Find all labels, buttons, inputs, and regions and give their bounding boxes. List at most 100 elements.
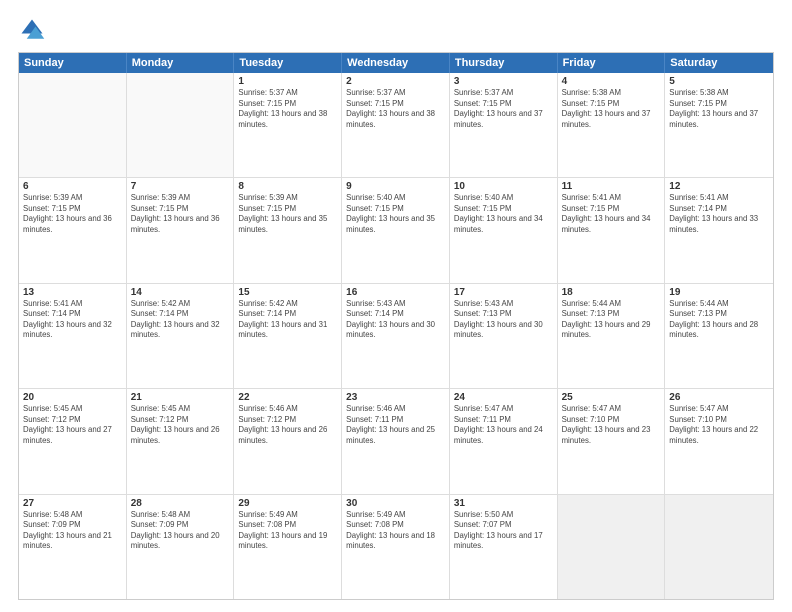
cell-text: Sunrise: 5:46 AM Sunset: 7:11 PM Dayligh…: [346, 404, 445, 446]
calendar-cell: 22Sunrise: 5:46 AM Sunset: 7:12 PM Dayli…: [234, 389, 342, 493]
day-number: 20: [23, 392, 122, 403]
calendar-header-cell: Monday: [127, 53, 235, 73]
calendar-header-cell: Thursday: [450, 53, 558, 73]
calendar-cell: 28Sunrise: 5:48 AM Sunset: 7:09 PM Dayli…: [127, 495, 235, 599]
calendar-header-cell: Sunday: [19, 53, 127, 73]
day-number: 31: [454, 498, 553, 509]
calendar-header-cell: Wednesday: [342, 53, 450, 73]
day-number: 15: [238, 287, 337, 298]
cell-text: Sunrise: 5:43 AM Sunset: 7:13 PM Dayligh…: [454, 299, 553, 341]
day-number: 27: [23, 498, 122, 509]
cell-text: Sunrise: 5:45 AM Sunset: 7:12 PM Dayligh…: [23, 404, 122, 446]
calendar-header: SundayMondayTuesdayWednesdayThursdayFrid…: [19, 53, 773, 73]
calendar-cell: 11Sunrise: 5:41 AM Sunset: 7:15 PM Dayli…: [558, 178, 666, 282]
calendar-cell: 13Sunrise: 5:41 AM Sunset: 7:14 PM Dayli…: [19, 284, 127, 388]
day-number: 3: [454, 76, 553, 87]
calendar-cell: 30Sunrise: 5:49 AM Sunset: 7:08 PM Dayli…: [342, 495, 450, 599]
cell-text: Sunrise: 5:47 AM Sunset: 7:11 PM Dayligh…: [454, 404, 553, 446]
cell-text: Sunrise: 5:47 AM Sunset: 7:10 PM Dayligh…: [562, 404, 661, 446]
day-number: 4: [562, 76, 661, 87]
cell-text: Sunrise: 5:38 AM Sunset: 7:15 PM Dayligh…: [669, 88, 769, 130]
cell-text: Sunrise: 5:38 AM Sunset: 7:15 PM Dayligh…: [562, 88, 661, 130]
day-number: 21: [131, 392, 230, 403]
calendar: SundayMondayTuesdayWednesdayThursdayFrid…: [18, 52, 774, 600]
day-number: 7: [131, 181, 230, 192]
calendar-cell: 15Sunrise: 5:42 AM Sunset: 7:14 PM Dayli…: [234, 284, 342, 388]
day-number: 17: [454, 287, 553, 298]
calendar-row: 27Sunrise: 5:48 AM Sunset: 7:09 PM Dayli…: [19, 495, 773, 599]
cell-text: Sunrise: 5:46 AM Sunset: 7:12 PM Dayligh…: [238, 404, 337, 446]
calendar-cell: 31Sunrise: 5:50 AM Sunset: 7:07 PM Dayli…: [450, 495, 558, 599]
calendar-row: 1Sunrise: 5:37 AM Sunset: 7:15 PM Daylig…: [19, 73, 773, 178]
calendar-row: 13Sunrise: 5:41 AM Sunset: 7:14 PM Dayli…: [19, 284, 773, 389]
logo-icon: [18, 16, 46, 44]
header: [18, 16, 774, 44]
day-number: 2: [346, 76, 445, 87]
calendar-cell: 2Sunrise: 5:37 AM Sunset: 7:15 PM Daylig…: [342, 73, 450, 177]
cell-text: Sunrise: 5:41 AM Sunset: 7:15 PM Dayligh…: [562, 193, 661, 235]
page: SundayMondayTuesdayWednesdayThursdayFrid…: [0, 0, 792, 612]
calendar-cell: 5Sunrise: 5:38 AM Sunset: 7:15 PM Daylig…: [665, 73, 773, 177]
day-number: 22: [238, 392, 337, 403]
cell-text: Sunrise: 5:49 AM Sunset: 7:08 PM Dayligh…: [238, 510, 337, 552]
calendar-row: 20Sunrise: 5:45 AM Sunset: 7:12 PM Dayli…: [19, 389, 773, 494]
cell-text: Sunrise: 5:40 AM Sunset: 7:15 PM Dayligh…: [454, 193, 553, 235]
cell-text: Sunrise: 5:43 AM Sunset: 7:14 PM Dayligh…: [346, 299, 445, 341]
cell-text: Sunrise: 5:40 AM Sunset: 7:15 PM Dayligh…: [346, 193, 445, 235]
calendar-cell: 21Sunrise: 5:45 AM Sunset: 7:12 PM Dayli…: [127, 389, 235, 493]
cell-text: Sunrise: 5:48 AM Sunset: 7:09 PM Dayligh…: [131, 510, 230, 552]
day-number: 1: [238, 76, 337, 87]
day-number: 25: [562, 392, 661, 403]
calendar-cell: 23Sunrise: 5:46 AM Sunset: 7:11 PM Dayli…: [342, 389, 450, 493]
cell-text: Sunrise: 5:48 AM Sunset: 7:09 PM Dayligh…: [23, 510, 122, 552]
calendar-cell: 1Sunrise: 5:37 AM Sunset: 7:15 PM Daylig…: [234, 73, 342, 177]
cell-text: Sunrise: 5:45 AM Sunset: 7:12 PM Dayligh…: [131, 404, 230, 446]
cell-text: Sunrise: 5:39 AM Sunset: 7:15 PM Dayligh…: [131, 193, 230, 235]
calendar-cell: 25Sunrise: 5:47 AM Sunset: 7:10 PM Dayli…: [558, 389, 666, 493]
day-number: 24: [454, 392, 553, 403]
calendar-cell: 20Sunrise: 5:45 AM Sunset: 7:12 PM Dayli…: [19, 389, 127, 493]
day-number: 29: [238, 498, 337, 509]
calendar-body: 1Sunrise: 5:37 AM Sunset: 7:15 PM Daylig…: [19, 73, 773, 599]
calendar-cell: 24Sunrise: 5:47 AM Sunset: 7:11 PM Dayli…: [450, 389, 558, 493]
day-number: 11: [562, 181, 661, 192]
day-number: 8: [238, 181, 337, 192]
day-number: 28: [131, 498, 230, 509]
calendar-header-cell: Friday: [558, 53, 666, 73]
cell-text: Sunrise: 5:39 AM Sunset: 7:15 PM Dayligh…: [238, 193, 337, 235]
logo: [18, 16, 50, 44]
calendar-row: 6 Sunrise: 5:39 AM Sunset: 7:15 PM Daylig…: [19, 178, 773, 283]
day-number: 19: [669, 287, 769, 298]
day-number: 13: [23, 287, 122, 298]
calendar-cell: 6Sunrise: 5:39 AM Sunset: 7:15 PM Daylig…: [19, 178, 127, 282]
calendar-cell: 9Sunrise: 5:40 AM Sunset: 7:15 PM Daylig…: [342, 178, 450, 282]
day-number: 14: [131, 287, 230, 298]
calendar-cell: 3Sunrise: 5:37 AM Sunset: 7:15 PM Daylig…: [450, 73, 558, 177]
cell-text: Sunrise: 5:37 AM Sunset: 7:15 PM Dayligh…: [346, 88, 445, 130]
cell-text: Sunrise: 5:42 AM Sunset: 7:14 PM Dayligh…: [131, 299, 230, 341]
cell-text: Sunrise: 5:42 AM Sunset: 7:14 PM Dayligh…: [238, 299, 337, 341]
day-number: 5: [669, 76, 769, 87]
day-number: 26: [669, 392, 769, 403]
day-number: 10: [454, 181, 553, 192]
calendar-cell: 17Sunrise: 5:43 AM Sunset: 7:13 PM Dayli…: [450, 284, 558, 388]
cell-text: Sunrise: 5:50 AM Sunset: 7:07 PM Dayligh…: [454, 510, 553, 552]
day-number: 16: [346, 287, 445, 298]
calendar-cell: 19Sunrise: 5:44 AM Sunset: 7:13 PM Dayli…: [665, 284, 773, 388]
calendar-cell: 12Sunrise: 5:41 AM Sunset: 7:14 PM Dayli…: [665, 178, 773, 282]
cell-text: Sunrise: 5:44 AM Sunset: 7:13 PM Dayligh…: [562, 299, 661, 341]
calendar-cell: [19, 73, 127, 177]
calendar-cell: 8Sunrise: 5:39 AM Sunset: 7:15 PM Daylig…: [234, 178, 342, 282]
calendar-cell: 7Sunrise: 5:39 AM Sunset: 7:15 PM Daylig…: [127, 178, 235, 282]
cell-text: Sunrise: 5:37 AM Sunset: 7:15 PM Dayligh…: [238, 88, 337, 130]
calendar-cell: 10Sunrise: 5:40 AM Sunset: 7:15 PM Dayli…: [450, 178, 558, 282]
cell-text: Sunrise: 5:41 AM Sunset: 7:14 PM Dayligh…: [669, 193, 769, 235]
day-number: 12: [669, 181, 769, 192]
calendar-cell: [558, 495, 666, 599]
cell-text: Sunrise: 5:37 AM Sunset: 7:15 PM Dayligh…: [454, 88, 553, 130]
day-number: 23: [346, 392, 445, 403]
day-number: 6: [23, 181, 122, 192]
calendar-cell: [665, 495, 773, 599]
calendar-cell: 26Sunrise: 5:47 AM Sunset: 7:10 PM Dayli…: [665, 389, 773, 493]
calendar-cell: 18Sunrise: 5:44 AM Sunset: 7:13 PM Dayli…: [558, 284, 666, 388]
